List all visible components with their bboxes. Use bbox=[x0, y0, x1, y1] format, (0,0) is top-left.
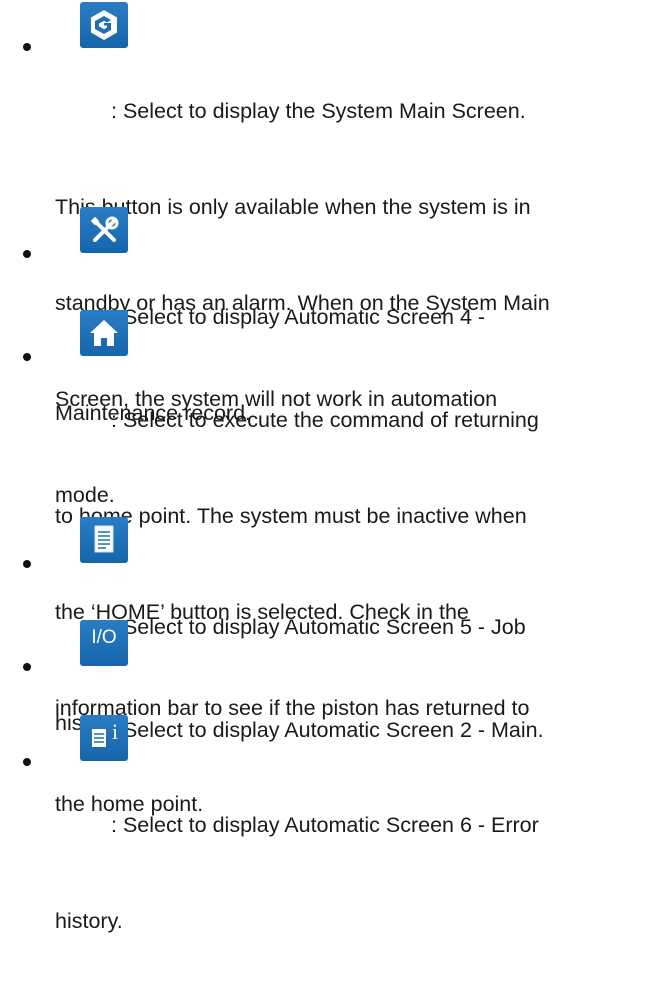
info-letter: i bbox=[111, 719, 119, 744]
list-item-text: : Select to display Automatic Screen 6 -… bbox=[55, 813, 539, 933]
io-icon-label: I/O bbox=[91, 627, 117, 648]
